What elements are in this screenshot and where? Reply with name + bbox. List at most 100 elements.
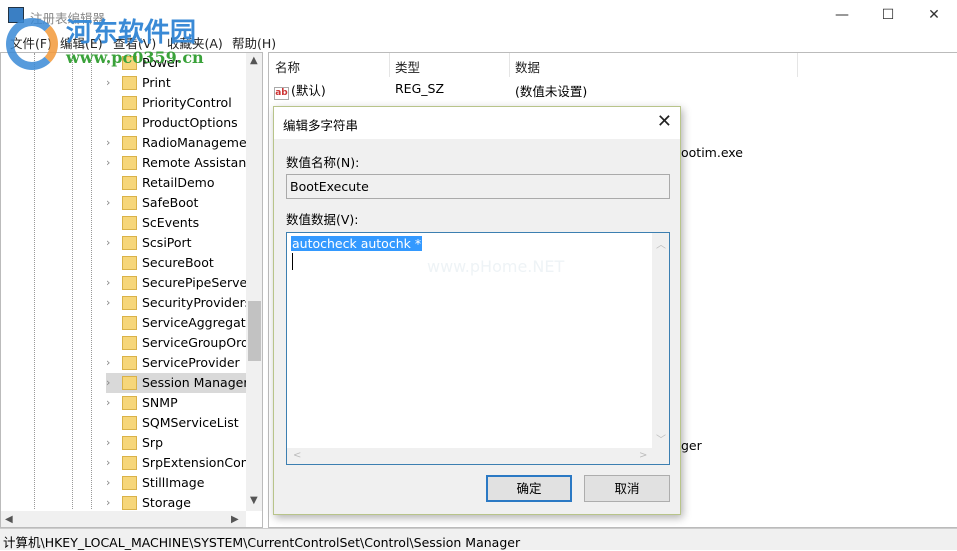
expand-chevron-icon[interactable]: ›	[106, 396, 110, 409]
tree-item-label: ServiceAggregatedEvents	[142, 315, 262, 330]
column-name[interactable]: 名称	[275, 57, 300, 76]
tree-item-label: Power	[142, 55, 180, 70]
value-name: (默认)	[291, 83, 326, 98]
scroll-right-icon[interactable]: >	[639, 450, 647, 461]
folder-icon	[122, 196, 137, 210]
column-data[interactable]: 数据	[515, 57, 540, 76]
expand-chevron-icon[interactable]: ›	[106, 476, 110, 489]
ok-button[interactable]: 确定	[486, 475, 572, 502]
folder-icon	[122, 136, 137, 150]
cancel-button[interactable]: 取消	[584, 475, 670, 502]
value-name-field[interactable]: BootExecute	[286, 174, 670, 199]
expand-chevron-icon[interactable]: ›	[106, 356, 110, 369]
tree-item[interactable]: PriorityControl	[106, 93, 246, 113]
tree-item[interactable]: › Power	[106, 53, 246, 73]
column-divider	[509, 53, 510, 77]
tree-item[interactable]: › SafeBoot	[106, 193, 246, 213]
tree-item[interactable]: ServiceGroupOrder	[106, 333, 262, 353]
tree-item-label: SecurityProviders	[142, 295, 252, 310]
textarea-vertical-scrollbar[interactable]: ︿ ﹀	[652, 233, 669, 448]
tree-item[interactable]: › SNMP	[106, 393, 246, 413]
title-bar: 注册表编辑器 — ☐ ✕	[0, 0, 957, 30]
tree-item-label: ServiceGroupOrder	[142, 335, 262, 350]
tree-item[interactable]: › Srp	[106, 433, 246, 453]
status-bar-path: 计算机\HKEY_LOCAL_MACHINE\SYSTEM\CurrentCon…	[0, 528, 957, 550]
tree-item-label: SQMServiceList	[142, 415, 239, 430]
tree-item[interactable]: › SecurityProviders	[106, 293, 251, 313]
scroll-left-icon[interactable]: ◀	[5, 514, 13, 525]
tree-item-label: RadioManagement	[142, 135, 260, 150]
tree-item-label: SecureBoot	[142, 255, 214, 270]
menu-bar: 文件(F) 编辑(E) 查看(V) 收藏夹(A) 帮助(H)	[0, 30, 957, 52]
expand-chevron-icon[interactable]: ›	[106, 56, 110, 69]
expand-chevron-icon[interactable]: ›	[106, 156, 110, 169]
tree-item[interactable]: › ServiceProvider	[106, 353, 246, 373]
folder-icon	[122, 476, 137, 490]
tree-item[interactable]: › RadioManagement	[106, 133, 259, 153]
tree-item[interactable]: ScEvents	[106, 213, 246, 233]
tree-item-label: Remote Assistance	[142, 155, 261, 170]
folder-icon	[122, 76, 137, 90]
menu-help[interactable]: 帮助(H)	[232, 33, 276, 52]
expand-chevron-icon[interactable]: ›	[106, 136, 110, 149]
value-data-textarea[interactable]: www.pHome.NET autocheck autochk * ︿ ﹀ < …	[286, 232, 670, 465]
value-data-label: 数值数据(V):	[286, 212, 359, 227]
tree-item[interactable]: ProductOptions	[106, 113, 246, 133]
folder-icon	[122, 236, 137, 250]
folder-icon	[122, 176, 137, 190]
menu-favorites[interactable]: 收藏夹(A)	[167, 33, 223, 52]
tree-item-label: RetailDemo	[142, 175, 215, 190]
maximize-button[interactable]: ☐	[865, 0, 911, 30]
tree-item[interactable]: › Print	[106, 73, 246, 93]
folder-icon	[122, 416, 137, 430]
tree-item[interactable]: › SrpExtensionConfig	[106, 453, 262, 473]
expand-chevron-icon[interactable]: ›	[106, 376, 110, 389]
expand-chevron-icon[interactable]: ›	[106, 276, 110, 289]
tree-item[interactable]: › Session Manager	[106, 373, 248, 393]
scroll-right-icon[interactable]: ▶	[231, 514, 239, 525]
scroll-up-icon[interactable]: ▲	[250, 55, 258, 66]
folder-icon	[122, 376, 137, 390]
column-divider	[797, 53, 798, 77]
tree-item-label: Srp	[142, 435, 164, 450]
tree-item[interactable]: SecureBoot	[106, 253, 246, 273]
expand-chevron-icon[interactable]: ›	[106, 196, 110, 209]
menu-edit[interactable]: 编辑(E)	[60, 33, 103, 52]
tree-horizontal-scrollbar[interactable]: ◀ ▶	[1, 511, 246, 527]
expand-chevron-icon[interactable]: ›	[106, 76, 110, 89]
scroll-down-icon[interactable]: ▼	[250, 495, 258, 506]
dialog-close-button[interactable]: ✕	[657, 111, 672, 132]
scroll-down-icon[interactable]: ﹀	[656, 431, 666, 446]
tree-item[interactable]: RetailDemo	[106, 173, 246, 193]
expand-chevron-icon[interactable]: ›	[106, 456, 110, 469]
scroll-thumb[interactable]	[248, 301, 261, 361]
folder-icon	[122, 216, 137, 230]
expand-chevron-icon[interactable]: ›	[106, 296, 110, 309]
expand-chevron-icon[interactable]: ›	[106, 496, 110, 509]
tree-item[interactable]: › Storage	[106, 493, 246, 513]
tree-item-label: ScsiPort	[142, 235, 192, 250]
tree-item-label: SecurePipeServers	[142, 275, 259, 290]
tree-item[interactable]: › StillImage	[106, 473, 246, 493]
tree-item[interactable]: SQMServiceList	[106, 413, 246, 433]
dialog-title-bar: 编辑多字符串 ✕	[274, 107, 680, 139]
tree-item[interactable]: › SecurePipeServers	[106, 273, 259, 293]
value-data: (数值未设置)	[515, 84, 588, 99]
menu-file[interactable]: 文件(F)	[10, 33, 52, 52]
minimize-button[interactable]: —	[819, 0, 865, 30]
textarea-horizontal-scrollbar[interactable]: < >	[287, 448, 669, 464]
tree-item[interactable]: ServiceAggregatedEvents	[106, 313, 262, 333]
expand-chevron-icon[interactable]: ›	[106, 436, 110, 449]
tree-item-label: StillImage	[142, 475, 205, 490]
menu-view[interactable]: 查看(V)	[113, 33, 156, 52]
folder-icon	[122, 276, 137, 290]
tree-vertical-scrollbar[interactable]: ▲ ▼	[246, 53, 262, 511]
tree-item[interactable]: › ScsiPort	[106, 233, 246, 253]
scroll-left-icon[interactable]: <	[293, 450, 301, 461]
column-type[interactable]: 类型	[395, 57, 420, 76]
scroll-up-icon[interactable]: ︿	[656, 236, 666, 251]
expand-chevron-icon[interactable]: ›	[106, 236, 110, 249]
close-button[interactable]: ✕	[911, 0, 957, 30]
tree-item[interactable]: › Remote Assistance	[106, 153, 261, 173]
folder-icon	[122, 96, 137, 110]
